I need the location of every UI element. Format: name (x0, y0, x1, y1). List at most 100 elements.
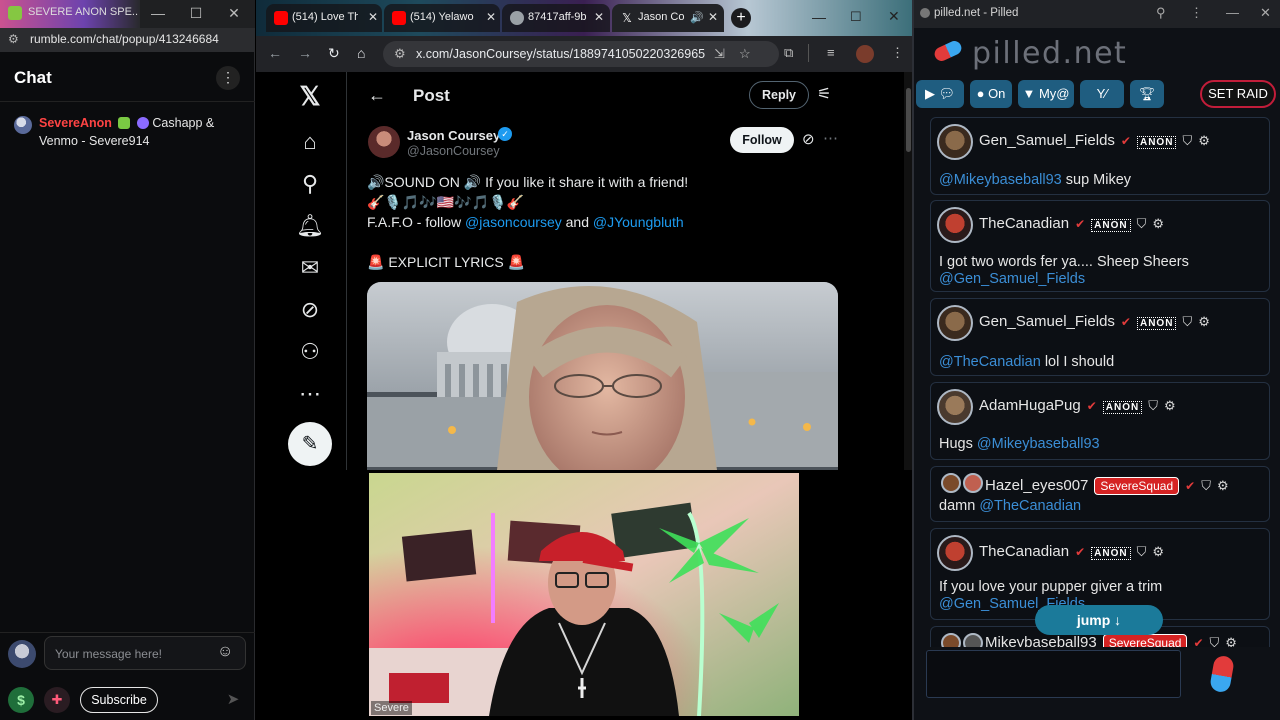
chat-username[interactable]: Mikeybaseball93 (985, 634, 1097, 647)
user-avatar[interactable] (14, 116, 32, 134)
chat-message-input[interactable]: Your message here! ☺ (44, 636, 246, 670)
chat-username[interactable]: AdamHugaPug (979, 397, 1081, 414)
user-avatar[interactable] (937, 535, 973, 571)
browser-tab-active[interactable]: 𝕏 Jason Co 🔊 ✕ (612, 4, 724, 32)
grok-icon[interactable]: ⊘ (296, 296, 324, 324)
minimize-icon[interactable]: — (150, 5, 166, 21)
x-logo-icon[interactable]: 𝕏 (296, 82, 324, 110)
shield-icon[interactable]: ⛉ (1137, 544, 1147, 559)
chat-username[interactable]: TheCanadian (979, 215, 1069, 232)
zoom-icon[interactable]: ⚲ (1156, 5, 1166, 21)
profile-icon[interactable]: ⚇ (296, 338, 324, 366)
shield-icon[interactable]: ⛉ (1182, 314, 1192, 329)
audio-icon[interactable]: 🔊 (690, 11, 704, 24)
mention-link[interactable]: @TheCanadian (939, 354, 1041, 370)
notifications-icon[interactable]: 🔔︎ (296, 212, 324, 240)
chat-username[interactable]: Gen_Samuel_Fields (979, 132, 1115, 149)
gear-icon[interactable]: ⚙ (1225, 635, 1237, 647)
shield-icon[interactable]: ⛉ (1182, 133, 1192, 148)
bookmark-star-icon[interactable]: ☆ (739, 46, 751, 62)
shield-icon[interactable]: ⛉ (1210, 635, 1220, 647)
author-handle[interactable]: @JasonCoursey (407, 144, 500, 158)
user-avatar[interactable] (937, 124, 973, 160)
page-scrollbar[interactable] (904, 72, 912, 470)
send-icon[interactable]: ➤ (220, 687, 246, 713)
browser-tab[interactable]: (514) Love Th ✕ (266, 4, 382, 32)
follow-button[interactable]: Follow (730, 127, 794, 153)
more-icon[interactable]: ⋯ (296, 380, 324, 408)
mention-link[interactable]: @TheCanadian (979, 498, 1081, 514)
close-icon[interactable]: ✕ (226, 5, 242, 21)
cocktail-pill-icon[interactable]: Y⁄ (1080, 80, 1124, 108)
gear-icon[interactable]: ⚙ (1198, 314, 1210, 329)
gift-icon[interactable]: ✚ (44, 687, 70, 713)
rumble-address-bar[interactable]: ⚙ rumble.com/chat/popup/413246684 (0, 28, 255, 52)
set-raid-button[interactable]: SET RAID (1200, 80, 1276, 108)
gear-icon[interactable]: ⚙ (1198, 133, 1210, 148)
close-icon[interactable]: ✕ (888, 8, 900, 25)
gear-icon[interactable]: ⚙ (1164, 398, 1176, 413)
window-menu-icon[interactable]: ⋮ (1190, 5, 1203, 21)
chat-username[interactable]: TheCanadian (979, 543, 1069, 560)
chat-username[interactable]: SevereAnon (39, 116, 112, 130)
site-settings-icon[interactable]: ⚙ (8, 32, 19, 46)
home-icon[interactable]: ⌂ (296, 128, 324, 156)
tab-close-icon[interactable]: ✕ (486, 10, 496, 24)
shield-icon[interactable]: ⛉ (1137, 216, 1147, 231)
jump-to-bottom-button[interactable]: jump ↓ (1035, 605, 1163, 635)
emoji-icon[interactable]: ☺ (217, 643, 233, 661)
forward-icon[interactable]: → (298, 45, 312, 61)
back-icon[interactable]: ← (268, 45, 282, 61)
filter-my-button[interactable]: ▼ My@ (1018, 80, 1074, 108)
settings-sliders-icon[interactable]: ⚟ (817, 84, 831, 104)
scrollbar-thumb[interactable] (906, 88, 911, 152)
pilled-message-input[interactable] (926, 650, 1181, 698)
shield-icon[interactable]: ⛉ (1201, 478, 1211, 493)
mention-link[interactable]: @Mikeybaseball93 (939, 172, 1062, 188)
post-video[interactable] (367, 282, 838, 470)
gear-icon[interactable]: ⚙ (1152, 216, 1164, 231)
more-options-icon[interactable]: ⋯ (823, 129, 838, 147)
explore-icon[interactable]: ⚲ (296, 170, 324, 198)
user-avatar[interactable] (937, 207, 973, 243)
profile-avatar[interactable] (856, 45, 874, 63)
mention-link[interactable]: @Gen_Samuel_Fields (939, 271, 1085, 287)
maximize-icon[interactable]: ☐ (850, 9, 862, 25)
home-icon[interactable]: ⌂ (357, 45, 365, 61)
chat-menu-icon[interactable]: ⋮ (216, 66, 240, 90)
browser-tab[interactable]: 87417aff-9b ✕ (502, 4, 610, 32)
maximize-icon[interactable]: ☐ (188, 5, 204, 21)
messages-icon[interactable]: ✉ (296, 254, 324, 282)
site-info-icon[interactable]: ⚙ (394, 46, 406, 62)
extension-icon[interactable]: ⧉ (784, 45, 793, 61)
install-icon[interactable]: ⇲ (714, 46, 725, 62)
gear-icon[interactable]: ⚙ (1152, 544, 1164, 559)
shield-icon[interactable]: ⛉ (1148, 398, 1158, 413)
mic-on-button[interactable]: ● On (970, 80, 1012, 108)
chat-username[interactable]: Hazel_eyes007 (985, 477, 1088, 494)
tab-close-icon[interactable]: ✕ (368, 10, 378, 24)
reading-list-icon[interactable]: ≡ (827, 45, 835, 60)
close-icon[interactable]: ✕ (1260, 5, 1271, 21)
chat-username[interactable]: Gen_Samuel_Fields (979, 313, 1115, 330)
reply-button[interactable]: Reply (749, 81, 809, 109)
grok-icon[interactable]: ⊘ (802, 130, 815, 148)
tab-close-icon[interactable]: ✕ (708, 10, 718, 24)
user-avatar[interactable] (937, 389, 973, 425)
author-avatar[interactable] (368, 126, 400, 158)
mention-link[interactable]: @jasoncoursey (465, 214, 562, 230)
trophy-icon[interactable]: 🏆︎ (1130, 80, 1164, 108)
pill-send-icon[interactable] (1209, 654, 1235, 694)
back-arrow-icon[interactable]: ← (368, 85, 386, 106)
browser-tab[interactable]: (514) Yelawo ✕ (384, 4, 500, 32)
address-bar[interactable]: ⚙ x.com/JasonCoursey/status/188974105022… (383, 41, 779, 67)
user-avatar[interactable] (937, 305, 973, 341)
chrome-menu-icon[interactable]: ⋮ (891, 45, 904, 61)
play-chat-icon[interactable]: ▶ 💬︎ (916, 80, 964, 108)
compose-post-button[interactable]: ✎ (288, 422, 332, 466)
rant-dollar-button[interactable]: $ (8, 687, 34, 713)
reload-icon[interactable]: ↻ (328, 45, 340, 62)
mention-link[interactable]: @JYoungbluth (593, 214, 684, 230)
minimize-icon[interactable]: — (1226, 5, 1239, 20)
author-name[interactable]: Jason Coursey (407, 128, 500, 143)
